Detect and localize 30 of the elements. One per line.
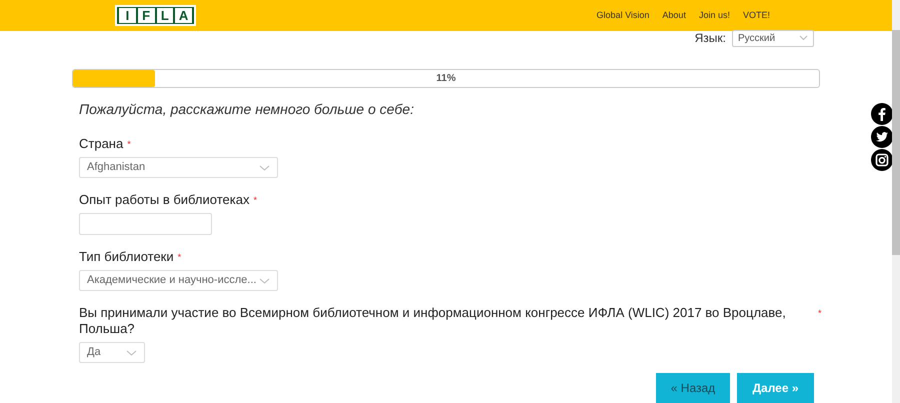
chevron-icon xyxy=(259,164,270,170)
language-label: Язык: xyxy=(694,30,726,47)
dropdown[interactable]: Afghanistan xyxy=(79,157,278,178)
logo[interactable]: I F L A xyxy=(115,5,196,26)
nav-link[interactable]: Join us! xyxy=(698,8,730,22)
input-field[interactable] xyxy=(79,213,212,235)
nav-link[interactable]: Global Vision xyxy=(596,8,650,22)
language-select[interactable]: Русский xyxy=(732,30,814,46)
back-button[interactable]: « Назад xyxy=(656,373,730,403)
scrollbar[interactable] xyxy=(892,0,900,403)
required-mark: * xyxy=(253,195,257,205)
required-mark: * xyxy=(178,252,182,262)
camera-icon[interactable] xyxy=(871,149,893,171)
dropdown[interactable]: Да xyxy=(79,342,145,363)
twitter-icon[interactable] xyxy=(871,126,893,148)
intro-text: Пожалуйста, расскажите немного больше о себе: xyxy=(79,100,415,119)
field-label: Тип библиотеки xyxy=(79,249,174,265)
field-label: Страна xyxy=(79,136,124,152)
progress-label: 11% xyxy=(435,72,457,86)
field-label: Опыт работы в библиотеках xyxy=(79,192,250,208)
nav-link[interactable]: VOTE! xyxy=(742,8,770,22)
chevron-icon xyxy=(126,350,137,356)
chevron-icon xyxy=(259,278,270,284)
required-mark: * xyxy=(127,139,131,149)
dropdown[interactable]: Академические и научно-иссле... xyxy=(79,270,278,291)
chevron-icon xyxy=(799,35,808,41)
facebook-icon[interactable] xyxy=(871,103,893,125)
field-label: Вы принимали участие во Всемирном библиотечном и информационном конгрессе ИФЛА (WLIC) 2017 во Вроцлаве, Польша? xyxy=(79,305,787,337)
required-mark: * xyxy=(818,308,822,318)
nav-link[interactable]: About xyxy=(662,8,686,22)
